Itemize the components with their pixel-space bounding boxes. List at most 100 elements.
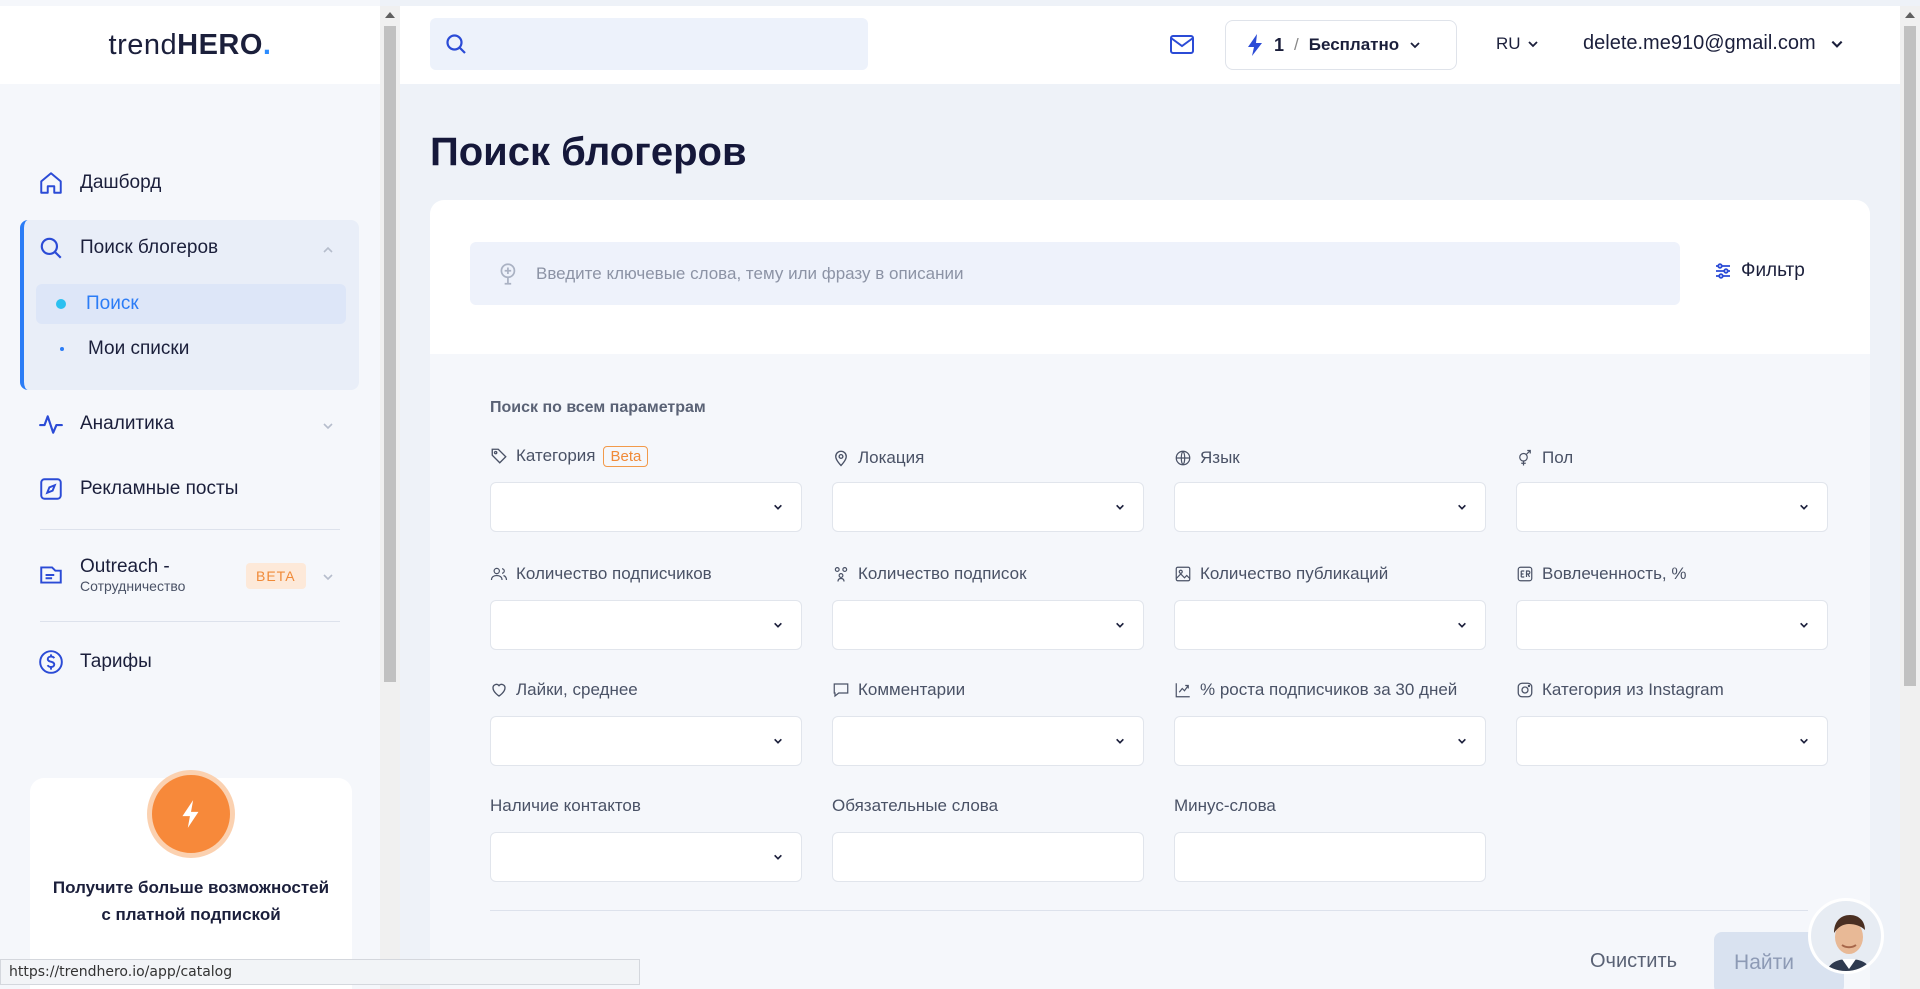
ig-category-select[interactable] bbox=[1516, 716, 1828, 766]
category-select[interactable] bbox=[490, 482, 802, 532]
divider bbox=[40, 621, 340, 622]
beta-badge: Beta bbox=[603, 445, 649, 467]
chevron-down-icon bbox=[1800, 738, 1808, 744]
chevron-down-icon bbox=[774, 738, 782, 744]
chevron-down-icon bbox=[1800, 504, 1808, 510]
global-search-input[interactable] bbox=[430, 18, 868, 70]
minus-words-input[interactable] bbox=[1174, 832, 1486, 882]
compass-icon bbox=[40, 478, 62, 500]
page-title: Поиск блогеров bbox=[430, 130, 747, 174]
gender-icon bbox=[1519, 449, 1531, 466]
main-scrollbar[interactable] bbox=[1900, 6, 1920, 989]
sidebar-sub-my-lists[interactable]: Мои списки bbox=[36, 329, 346, 369]
chevron-down-icon bbox=[1458, 738, 1466, 744]
promo-text: Получите больше возможностей с платной п… bbox=[52, 878, 330, 924]
logo-bar: trendHERO. bbox=[0, 6, 380, 84]
sidebar-item-outreach[interactable]: Outreach - Сотрудничество bbox=[38, 556, 185, 594]
sidebar-sub-search[interactable]: Поиск bbox=[36, 284, 346, 324]
divider bbox=[490, 910, 1808, 911]
contacts-select[interactable] bbox=[490, 832, 802, 882]
field-ig-category: Категория из Instagram bbox=[1516, 678, 1828, 766]
chevron-down-icon bbox=[1458, 622, 1466, 628]
scroll-up-arrow-icon[interactable] bbox=[385, 12, 395, 18]
sidebar-item-tariffs[interactable]: Тарифы bbox=[38, 649, 152, 675]
home-icon bbox=[40, 172, 62, 194]
language-select[interactable] bbox=[1174, 482, 1486, 532]
field-category: Категория Beta bbox=[490, 444, 802, 532]
keyword-placeholder: Введите ключевые слова, тему или фразу в… bbox=[536, 263, 964, 283]
comment-icon bbox=[833, 683, 849, 698]
scroll-thumb[interactable] bbox=[1904, 26, 1916, 686]
plan-name: Бесплатно bbox=[1308, 35, 1400, 54]
clear-button[interactable]: Очистить bbox=[1590, 950, 1677, 973]
chevron-down-icon bbox=[1831, 40, 1843, 48]
trendhero-logo[interactable]: trendHERO. bbox=[109, 29, 272, 62]
keyword-search-card: Введите ключевые слова, тему или фразу в… bbox=[430, 200, 1870, 354]
likes-select[interactable] bbox=[490, 716, 802, 766]
mail-icon bbox=[1170, 35, 1194, 54]
divider bbox=[40, 529, 340, 530]
sidebar-item-dashboard[interactable]: Дашборд bbox=[38, 170, 161, 196]
globe-icon bbox=[1175, 450, 1191, 466]
field-followers: Количество подписчиков bbox=[490, 562, 802, 650]
field-language: Язык bbox=[1174, 446, 1486, 532]
comments-select[interactable] bbox=[832, 716, 1144, 766]
field-posts: Количество публикаций bbox=[1174, 562, 1486, 650]
field-minus-words: Минус-слова bbox=[1174, 794, 1486, 882]
tag-search-icon bbox=[500, 262, 516, 285]
users-icon bbox=[490, 567, 508, 581]
chevron-down-icon bbox=[774, 622, 782, 628]
chevron-down-icon bbox=[774, 504, 782, 510]
location-pin-icon bbox=[835, 450, 847, 467]
account-menu[interactable]: delete.me910@gmail.com bbox=[1583, 32, 1844, 55]
chevron-down-icon bbox=[1116, 738, 1124, 744]
gender-select[interactable] bbox=[1516, 482, 1828, 532]
sidebar-item-analytics[interactable]: Аналитика bbox=[38, 411, 174, 437]
scroll-thumb[interactable] bbox=[384, 26, 396, 682]
status-url-bar: https://trendhero.io/app/catalog bbox=[0, 959, 640, 985]
sidebar-item-search-bloggers[interactable]: Поиск блогеров bbox=[38, 235, 218, 261]
user-group-icon bbox=[834, 567, 848, 582]
filters-panel: Поиск по всем параметрам Категория Beta … bbox=[430, 354, 1870, 989]
posts-select[interactable] bbox=[1174, 600, 1486, 650]
lightning-icon bbox=[1248, 34, 1262, 56]
chevron-down-icon bbox=[1800, 622, 1808, 628]
top-header: 1 / Бесплатно RU delete.me910@gmail.com bbox=[400, 6, 1900, 84]
chevron-down-icon bbox=[1410, 42, 1420, 49]
avatar-face-icon bbox=[1811, 901, 1881, 971]
keyword-search-input[interactable]: Введите ключевые слова, тему или фразу в… bbox=[470, 242, 1680, 305]
er-icon bbox=[1517, 566, 1533, 582]
credits-count: 1 bbox=[1274, 34, 1285, 55]
chevron-up-icon[interactable] bbox=[322, 244, 334, 256]
scroll-up-arrow-icon[interactable] bbox=[1905, 12, 1915, 18]
plan-selector-button[interactable]: 1 / Бесплатно bbox=[1225, 20, 1457, 70]
followers-select[interactable] bbox=[490, 600, 802, 650]
chevron-down-icon bbox=[1527, 41, 1538, 48]
sliders-icon bbox=[1716, 263, 1730, 279]
field-growth: % роста подписчиков за 30 дней bbox=[1174, 678, 1486, 766]
field-location: Локация bbox=[832, 446, 1144, 532]
chevron-down-icon[interactable] bbox=[322, 420, 334, 432]
document-icon bbox=[40, 566, 62, 584]
support-chat-avatar[interactable] bbox=[1808, 898, 1884, 974]
lightning-icon bbox=[147, 770, 235, 858]
field-contacts: Наличие контактов bbox=[490, 794, 802, 882]
search-icon bbox=[446, 34, 466, 54]
dollar-icon bbox=[39, 650, 63, 674]
engagement-select[interactable] bbox=[1516, 600, 1828, 650]
chevron-down-icon bbox=[1116, 622, 1124, 628]
field-following: Количество подписок bbox=[832, 562, 1144, 650]
sidebar-item-ad-posts[interactable]: Рекламные посты bbox=[38, 476, 238, 502]
location-select[interactable] bbox=[832, 482, 1144, 532]
growth-select[interactable] bbox=[1174, 716, 1486, 766]
required-words-input[interactable] bbox=[832, 832, 1144, 882]
language-selector[interactable]: RU bbox=[1496, 34, 1539, 54]
chevron-down-icon bbox=[1116, 504, 1124, 510]
following-select[interactable] bbox=[832, 600, 1144, 650]
filter-button[interactable]: Фильтр bbox=[1713, 260, 1805, 282]
sidebar: trendHERO. Дашборд Поиск Мои списки Поис… bbox=[0, 0, 380, 989]
sidebar-scrollbar[interactable] bbox=[380, 6, 400, 989]
chevron-down-icon[interactable] bbox=[322, 571, 334, 583]
field-engagement: Вовлеченность, % bbox=[1516, 562, 1828, 650]
mail-button[interactable] bbox=[1160, 24, 1204, 66]
